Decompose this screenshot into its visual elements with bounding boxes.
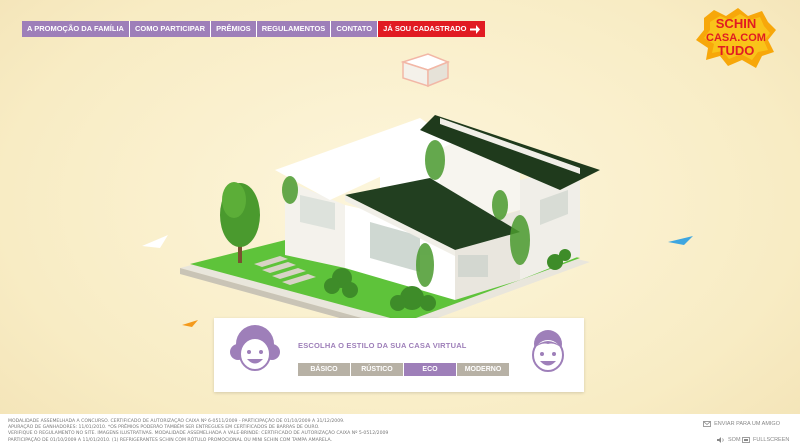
footer: MODALIDADE ASSEMELHADA A CONCURSO. CERTI…: [0, 414, 800, 448]
legal-text: MODALIDADE ASSEMELHADA A CONCURSO. CERTI…: [8, 419, 428, 444]
style-option-moderno[interactable]: MODERNO: [457, 363, 509, 376]
send-to-friend-label: ENVIAR PARA UM AMIGO: [714, 421, 780, 427]
boy-avatar-icon: [532, 330, 564, 372]
legal-line: VERIFIQUE O REGULAMENTO NO SITE. IMAGENS…: [8, 431, 389, 437]
style-option-rustico[interactable]: RÚSTICO: [351, 363, 403, 376]
fullscreen-label: FULLSCREEN: [753, 437, 790, 443]
girl-avatar-icon: [230, 325, 280, 371]
style-chooser-title: ESCOLHA O ESTILO DA SUA CASA VIRTUAL: [298, 341, 467, 350]
rotate-cube-icon[interactable]: [400, 53, 451, 88]
send-to-friend-link[interactable]: ENVIAR PARA UM AMIGO: [703, 421, 780, 427]
paper-plane-blue-icon: [668, 236, 693, 245]
fullscreen-toggle[interactable]: FULLSCREEN: [742, 437, 789, 443]
paper-plane-icon: [142, 235, 168, 248]
house-scene[interactable]: [0, 0, 800, 330]
style-chooser-panel: ESCOLHA O ESTILO DA SUA CASA VIRTUAL BÁS…: [214, 318, 584, 392]
style-option-basico[interactable]: BÁSICO: [298, 363, 350, 376]
speaker-icon: [717, 437, 724, 443]
fullscreen-icon: [742, 437, 750, 443]
paper-plane-orange-icon: [182, 320, 198, 327]
style-options: BÁSICO RÚSTICO ECO MODERNO: [298, 363, 509, 376]
legal-line: PARTICIPAÇÃO DE 01/10/2009 A 11/01/2010.…: [8, 437, 333, 443]
envelope-icon: [703, 421, 711, 427]
sound-label: SOM: [728, 437, 741, 443]
sound-toggle[interactable]: SOM: [717, 437, 741, 443]
style-option-eco[interactable]: ECO: [404, 363, 456, 376]
